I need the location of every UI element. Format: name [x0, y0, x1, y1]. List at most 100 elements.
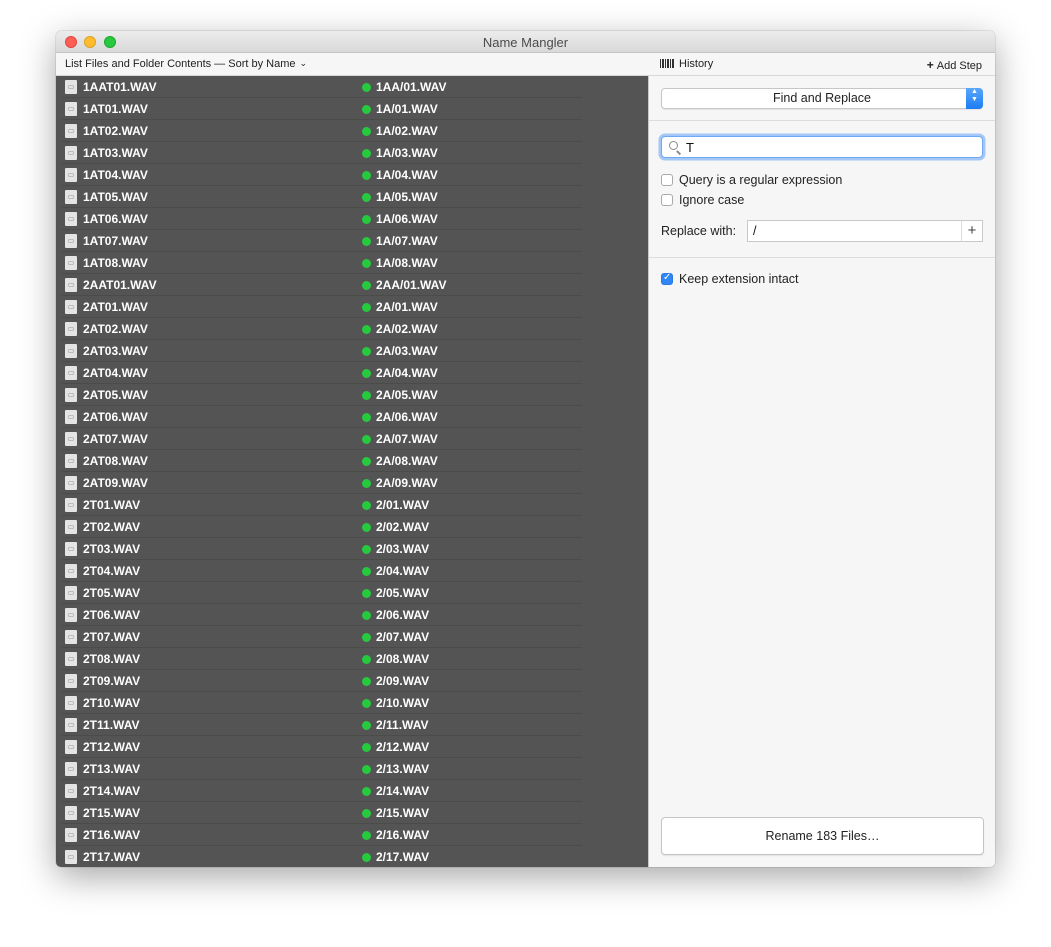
file-row[interactable]: 2T14.WAV 2/14.WAV — [56, 780, 648, 802]
file-row[interactable]: 2T09.WAV 2/09.WAV — [56, 670, 648, 692]
file-row[interactable]: 1AT06.WAV 1A/06.WAV — [56, 208, 648, 230]
status-dot-icon — [362, 677, 371, 686]
file-row[interactable]: 2T17.WAV 2/17.WAV — [56, 846, 648, 867]
status-dot-icon — [362, 853, 371, 862]
document-icon — [65, 344, 77, 358]
file-row[interactable]: 2T06.WAV 2/06.WAV — [56, 604, 648, 626]
file-row[interactable]: 2AT04.WAV 2A/04.WAV — [56, 362, 648, 384]
renamed-filename: 2/13.WAV — [376, 762, 430, 776]
file-row[interactable]: 1AAT01.WAV 1AA/01.WAV — [56, 76, 648, 98]
ignore-case-option[interactable]: Ignore case — [661, 193, 744, 207]
renamed-filename: 1A/03.WAV — [376, 146, 438, 160]
original-filename: 2T15.WAV — [83, 806, 141, 820]
document-icon — [65, 322, 77, 336]
ignore-case-checkbox[interactable] — [661, 194, 673, 206]
original-filename: 1AT02.WAV — [83, 124, 148, 138]
file-row[interactable]: 2T02.WAV 2/02.WAV — [56, 516, 648, 538]
file-row[interactable]: 2T10.WAV 2/10.WAV — [56, 692, 648, 714]
file-row[interactable]: 1AT03.WAV 1A/03.WAV — [56, 142, 648, 164]
file-row[interactable]: 1AT05.WAV 1A/05.WAV — [56, 186, 648, 208]
file-row[interactable]: 1AT04.WAV 1A/04.WAV — [56, 164, 648, 186]
file-row[interactable]: 2AT02.WAV 2A/02.WAV — [56, 318, 648, 340]
file-row[interactable]: 2T05.WAV 2/05.WAV — [56, 582, 648, 604]
add-step-button[interactable]: + Add Step — [927, 58, 982, 72]
rename-files-button[interactable]: Rename 183 Files… — [661, 817, 984, 855]
original-filename: 1AT05.WAV — [83, 190, 148, 204]
document-icon — [65, 146, 77, 160]
renamed-filename: 2A/01.WAV — [376, 300, 438, 314]
renamed-filename: 2/05.WAV — [376, 586, 430, 600]
status-dot-icon — [362, 787, 371, 796]
status-dot-icon — [362, 831, 371, 840]
file-row[interactable]: 2T11.WAV 2/11.WAV — [56, 714, 648, 736]
ignore-case-label: Ignore case — [679, 193, 745, 207]
document-icon — [65, 630, 77, 644]
keep-extension-checkbox[interactable]: ✓ — [661, 272, 673, 285]
original-filename: 2AT03.WAV — [83, 344, 148, 358]
document-icon — [65, 124, 77, 138]
divider — [649, 120, 995, 121]
original-filename: 2T05.WAV — [83, 586, 141, 600]
renamed-filename: 1A/08.WAV — [376, 256, 438, 270]
file-row[interactable]: 2T15.WAV 2/15.WAV — [56, 802, 648, 824]
file-row[interactable]: 2T12.WAV 2/12.WAV — [56, 736, 648, 758]
file-row[interactable]: 2AT09.WAV 2A/09.WAV — [56, 472, 648, 494]
replace-field[interactable]: + — [747, 220, 983, 242]
document-icon — [65, 300, 77, 314]
file-row[interactable]: 2AT03.WAV 2A/03.WAV — [56, 340, 648, 362]
file-row[interactable]: 2AT05.WAV 2A/05.WAV — [56, 384, 648, 406]
file-row[interactable]: 2T04.WAV 2/04.WAV — [56, 560, 648, 582]
document-icon — [65, 652, 77, 666]
status-dot-icon — [362, 391, 371, 400]
file-row[interactable]: 2T16.WAV 2/16.WAV — [56, 824, 648, 846]
file-row[interactable]: 2T03.WAV 2/03.WAV — [56, 538, 648, 560]
document-icon — [65, 784, 77, 798]
file-row[interactable]: 2AT08.WAV 2A/08.WAV — [56, 450, 648, 472]
toolbar: List Files and Folder Contents — Sort by… — [56, 53, 995, 76]
original-filename: 2T10.WAV — [83, 696, 141, 710]
keep-extension-option[interactable]: ✓ Keep extension intact — [661, 272, 799, 286]
file-row[interactable]: 2T08.WAV 2/08.WAV — [56, 648, 648, 670]
original-filename: 2T08.WAV — [83, 652, 141, 666]
regex-option[interactable]: Query is a regular expression — [661, 173, 842, 187]
sort-menu-label: List Files and Folder Contents — Sort by… — [65, 58, 296, 70]
file-row[interactable]: 2T13.WAV 2/13.WAV — [56, 758, 648, 780]
file-row[interactable]: 2AAT01.WAV 2AA/01.WAV — [56, 274, 648, 296]
file-row[interactable]: 2AT06.WAV 2A/06.WAV — [56, 406, 648, 428]
document-icon — [65, 102, 77, 116]
renamed-filename: 2/06.WAV — [376, 608, 430, 622]
file-row[interactable]: 1AT07.WAV 1A/07.WAV — [56, 230, 648, 252]
find-field[interactable] — [661, 136, 983, 158]
document-icon — [65, 828, 77, 842]
file-row[interactable]: 2AT01.WAV 2A/01.WAV — [56, 296, 648, 318]
window-title: Name Mangler — [482, 35, 569, 50]
file-row[interactable]: 1AT02.WAV 1A/02.WAV — [56, 120, 648, 142]
file-list[interactable]: 1AAT01.WAV 1AA/01.WAV 1AT01.WAV 1A/01.WAV 1A… — [56, 76, 648, 867]
renamed-filename: 2/03.WAV — [376, 542, 430, 556]
renamed-filename: 2/12.WAV — [376, 740, 430, 754]
history-button[interactable]: History — [660, 58, 713, 70]
sort-menu[interactable]: List Files and Folder Contents — Sort by… — [65, 58, 307, 70]
status-dot-icon — [362, 105, 371, 114]
regex-checkbox[interactable] — [661, 174, 673, 186]
status-dot-icon — [362, 633, 371, 642]
renamed-filename: 2/02.WAV — [376, 520, 430, 534]
original-filename: 2AT08.WAV — [83, 454, 148, 468]
replace-input[interactable] — [753, 223, 953, 239]
original-filename: 1AT07.WAV — [83, 234, 148, 248]
file-row[interactable]: 1AT08.WAV 1A/08.WAV — [56, 252, 648, 274]
file-row[interactable]: 2T01.WAV 2/01.WAV — [56, 494, 648, 516]
status-dot-icon — [362, 743, 371, 752]
file-row[interactable]: 2T07.WAV 2/07.WAV — [56, 626, 648, 648]
original-filename: 2T11.WAV — [83, 718, 140, 732]
document-icon — [65, 608, 77, 622]
insert-token-button[interactable]: + — [961, 221, 982, 241]
file-row[interactable]: 1AT01.WAV 1A/01.WAV — [56, 98, 648, 120]
original-filename: 2T06.WAV — [83, 608, 141, 622]
file-row[interactable]: 2AT07.WAV 2A/07.WAV — [56, 428, 648, 450]
step-type-select[interactable]: Find and Replace ▲ ▼ — [661, 88, 983, 109]
find-input[interactable] — [686, 138, 976, 156]
step-panel: Find and Replace ▲▼ Query is a regular e… — [648, 76, 995, 867]
renamed-filename: 2A/08.WAV — [376, 454, 438, 468]
title-bar[interactable]: Name Mangler — [56, 31, 995, 53]
